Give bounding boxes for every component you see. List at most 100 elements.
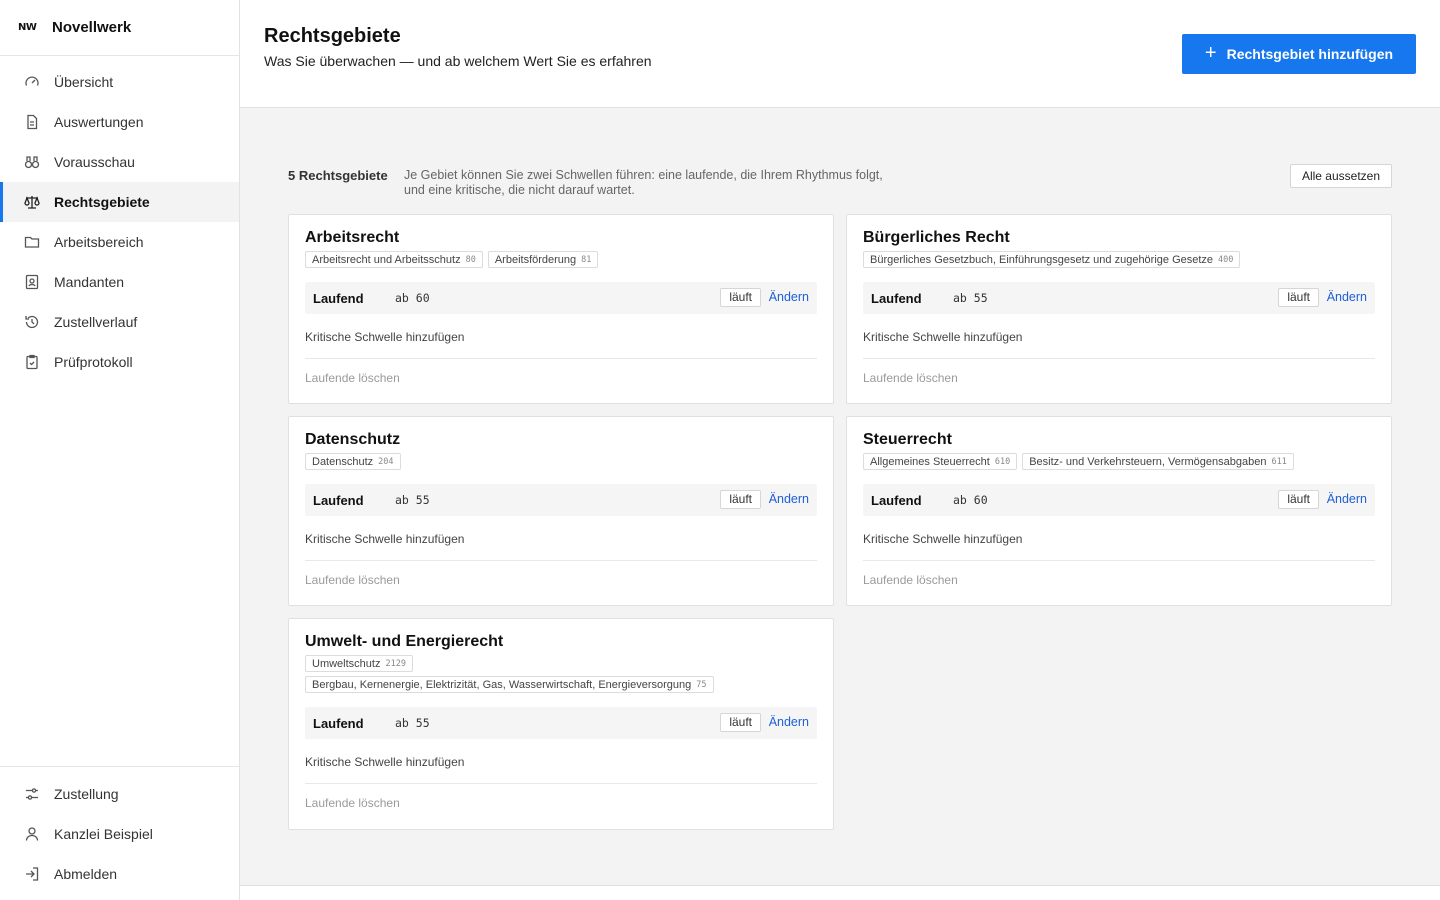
- tag-name: Allgemeines Steuerrecht: [870, 455, 990, 468]
- area-tag: Arbeitsförderung 81: [487, 251, 599, 268]
- edit-link[interactable]: Ändern: [1327, 492, 1367, 506]
- status-toggle[interactable]: läuft: [1278, 288, 1319, 307]
- add-area-label: Rechtsgebiet hinzufügen: [1226, 46, 1394, 62]
- sidebar-item-mandanten[interactable]: Mandanten: [0, 262, 239, 302]
- sidebar-item-rechtsgebiete[interactable]: Rechtsgebiete: [0, 182, 239, 222]
- history-icon: [24, 314, 40, 330]
- running-threshold: Laufend ab 60 läuft Ändern: [863, 484, 1375, 516]
- threshold-value: ab 55: [395, 493, 430, 507]
- threshold-value: ab 55: [395, 716, 430, 730]
- tag-code: 80: [465, 254, 476, 265]
- area-tag: Allgemeines Steuerrecht 610: [863, 453, 1018, 470]
- edit-link[interactable]: Ändern: [1327, 290, 1367, 304]
- area-card: Bürgerliches Recht Bürgerliches Gesetzbu…: [846, 214, 1392, 404]
- page-subtitle: Was Sie überwachen — und ab welchem Wert…: [264, 53, 652, 69]
- area-title: Umwelt- und Energierecht: [305, 633, 504, 650]
- add-critical-threshold[interactable]: Kritische Schwelle hinzufügen: [305, 532, 817, 560]
- delete-running-link[interactable]: Laufende löschen: [305, 784, 817, 824]
- area-tag: Datenschutz 204: [305, 453, 401, 470]
- area-card: Datenschutz Datenschutz 204 Laufend ab 55…: [288, 416, 834, 606]
- sidebar-item-zustellverlauf[interactable]: Zustellverlauf: [0, 302, 239, 342]
- document-icon: [24, 114, 40, 130]
- sidebar-item-label: Kanzlei Beispiel: [54, 826, 153, 842]
- sidebar-item-label: Zustellung: [54, 786, 119, 802]
- sidebar-item-vorausschau[interactable]: Vorausschau: [0, 142, 239, 182]
- tag-name: Bergbau, Kernenergie, Elektrizität, Gas,…: [312, 678, 692, 691]
- sidebar-item-pruefprotokoll[interactable]: Prüfprotokoll: [0, 342, 239, 382]
- tag-code: 81: [581, 254, 592, 265]
- tag-name: Arbeitsrecht und Arbeitsschutz: [312, 253, 461, 266]
- sidebar-item-kanzlei[interactable]: Kanzlei Beispiel: [0, 814, 239, 854]
- delete-running-link[interactable]: Laufende löschen: [305, 561, 817, 601]
- sidebar-item-label: Prüfprotokoll: [54, 354, 133, 370]
- sidebar-item-zustellung[interactable]: Zustellung: [0, 774, 239, 814]
- area-tag: Umweltschutz 2129: [305, 655, 413, 672]
- tag-code: 611: [1271, 456, 1287, 467]
- sidebar-item-label: Zustellverlauf: [54, 314, 138, 330]
- delete-running-link[interactable]: Laufende löschen: [863, 359, 1375, 399]
- sidebar-item-label: Abmelden: [54, 866, 118, 882]
- sidebar-item-uebersicht[interactable]: Übersicht: [0, 62, 239, 102]
- area-card: Steuerrecht Allgemeines Steuerrecht 610 B…: [846, 416, 1392, 606]
- threshold-value: ab 55: [953, 291, 988, 305]
- tag-name: Datenschutz: [312, 455, 374, 468]
- gauge-icon: [24, 74, 40, 90]
- status-toggle[interactable]: läuft: [1278, 490, 1319, 509]
- threshold-label: Laufend: [313, 492, 364, 508]
- binoculars-icon: [24, 154, 40, 170]
- brand[interactable]: NW Novellwerk: [0, 0, 239, 56]
- area-tag: Bürgerliches Gesetzbuch, Einführungsgese…: [863, 251, 1241, 268]
- delete-running-link[interactable]: Laufende löschen: [863, 561, 1375, 601]
- running-threshold: Laufend ab 55 läuft Ändern: [863, 282, 1375, 314]
- add-critical-threshold[interactable]: Kritische Schwelle hinzufügen: [305, 330, 817, 358]
- add-critical-threshold[interactable]: Kritische Schwelle hinzufügen: [863, 532, 1375, 560]
- contact-card-icon: [24, 274, 40, 290]
- area-title: Steuerrecht: [863, 431, 952, 448]
- sidebar-item-arbeitsbereich[interactable]: Arbeitsbereich: [0, 222, 239, 262]
- tag-code: 204: [378, 456, 394, 467]
- threshold-label: Laufend: [313, 290, 364, 306]
- running-threshold: Laufend ab 55 läuft Ändern: [305, 707, 817, 739]
- edit-link[interactable]: Ändern: [769, 290, 809, 304]
- status-toggle[interactable]: läuft: [720, 713, 761, 732]
- threshold-label: Laufend: [871, 290, 922, 306]
- running-threshold: Laufend ab 60 läuft Ändern: [305, 282, 817, 314]
- area-title: Datenschutz: [305, 431, 401, 448]
- edit-link[interactable]: Ändern: [769, 715, 809, 729]
- tag-name: Bürgerliches Gesetzbuch, Einführungsgese…: [870, 253, 1214, 266]
- sidebar-item-label: Rechtsgebiete: [54, 194, 150, 210]
- area-tag: Bergbau, Kernenergie, Elektrizität, Gas,…: [305, 676, 714, 693]
- add-critical-threshold[interactable]: Kritische Schwelle hinzufügen: [863, 330, 1375, 358]
- running-threshold: Laufend ab 55 läuft Ändern: [305, 484, 817, 516]
- add-area-button[interactable]: + Rechtsgebiet hinzufügen: [1182, 34, 1416, 74]
- area-title: Bürgerliches Recht: [863, 229, 1010, 246]
- tag-name: Umweltschutz: [312, 657, 381, 670]
- summary-bar: 5 Rechtsgebiete Je Gebiet können Sie zwe…: [288, 164, 1392, 214]
- status-toggle[interactable]: läuft: [720, 490, 761, 509]
- main-content: 5 Rechtsgebiete Je Gebiet können Sie zwe…: [288, 164, 1392, 830]
- area-tags: Bürgerliches Gesetzbuch, Einführungsgese…: [863, 251, 1375, 268]
- brand-name: Novellwerk: [52, 19, 132, 36]
- threshold-value: ab 60: [953, 493, 988, 507]
- area-title: Arbeitsrecht: [305, 229, 400, 246]
- main-nav: Übersicht Auswertungen Vorausschau Recht…: [0, 56, 239, 382]
- threshold-label: Laufend: [871, 492, 922, 508]
- area-tag: Besitz- und Verkehrsteuern, Vermögensabg…: [1022, 453, 1294, 470]
- tag-code: 610: [994, 456, 1011, 467]
- summary-description: Je Gebiet können Sie zwei Schwellen führ…: [404, 168, 883, 197]
- threshold-value: ab 60: [395, 291, 430, 305]
- status-toggle[interactable]: läuft: [720, 288, 761, 307]
- sidebar-item-label: Mandanten: [54, 274, 125, 290]
- brand-logo: NW: [18, 22, 37, 33]
- tag-code: 400: [1218, 254, 1234, 265]
- delete-running-link[interactable]: Laufende löschen: [305, 359, 817, 399]
- edit-link[interactable]: Ändern: [769, 492, 809, 506]
- add-critical-threshold[interactable]: Kritische Schwelle hinzufügen: [305, 755, 817, 783]
- area-card: Umwelt- und Energierecht Umweltschutz 212…: [288, 618, 834, 830]
- area-tags: Umweltschutz 2129 Bergbau, Kernenergie, E…: [305, 655, 817, 693]
- page-title: Rechtsgebiete: [264, 25, 401, 47]
- sidebar-item-auswertungen[interactable]: Auswertungen: [0, 102, 239, 142]
- sidebar-item-abmelden[interactable]: Abmelden: [0, 854, 239, 894]
- pause-all-button[interactable]: Alle aussetzen: [1289, 164, 1392, 188]
- threshold-label: Laufend: [313, 715, 364, 731]
